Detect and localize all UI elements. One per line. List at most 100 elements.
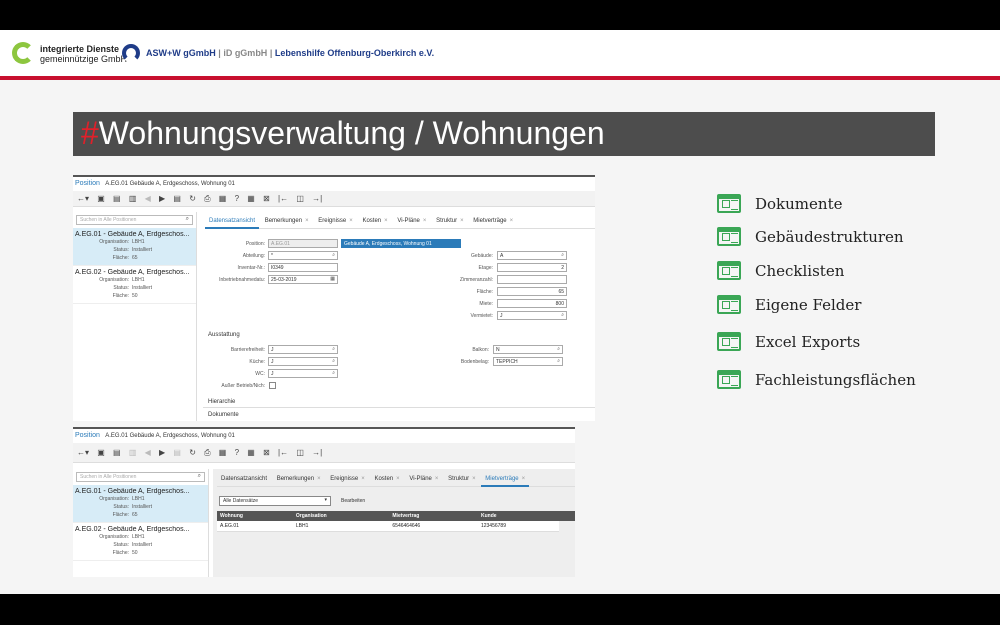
search-icon[interactable]: ⌕ (186, 216, 189, 223)
delete-icon[interactable]: ▥ (129, 448, 137, 457)
last-icon[interactable]: →| (312, 194, 322, 203)
columns-icon[interactable]: ◫ (296, 194, 304, 203)
save-icon[interactable]: ▣ (97, 194, 105, 203)
preview-icon[interactable]: ▦ (219, 194, 227, 203)
list-item[interactable]: A.EG.02 - Gebäude A, Erdgeschos... Organ… (73, 266, 196, 304)
etage-field[interactable]: 2 (497, 263, 567, 272)
grid-icon[interactable]: ▦ (247, 448, 255, 457)
tab-kosten[interactable]: Kosten × (358, 215, 391, 227)
tab-struktur[interactable]: Struktur × (444, 473, 480, 485)
prev-icon[interactable]: ◀ (145, 194, 151, 203)
list-item[interactable]: A.EG.01 - Gebäude A, Erdgeschos... Organ… (73, 485, 208, 523)
back-icon[interactable]: ←▾ (77, 448, 89, 457)
close-record-icon[interactable]: ⊠ (263, 194, 270, 203)
tab-mietvertraege[interactable]: Mietverträge × (469, 215, 517, 227)
preview-icon[interactable]: ▦ (219, 448, 227, 457)
list-item[interactable]: A.EG.01 - Gebäude A, Erdgeschos... Organ… (73, 228, 196, 266)
close-icon[interactable]: × (305, 218, 309, 224)
search-input[interactable]: Suchen in Alle Positionen ⌕ (76, 215, 193, 225)
help-icon[interactable]: ? (235, 194, 239, 203)
lookup-icon[interactable]: ⌕ (332, 346, 335, 352)
close-icon[interactable]: × (317, 476, 321, 482)
lookup-icon[interactable]: ⌕ (332, 358, 335, 364)
vermietet-field[interactable]: J ⌕ (497, 311, 567, 320)
close-icon[interactable]: × (472, 476, 476, 482)
gebaeude-field[interactable]: A ⌕ (497, 251, 567, 260)
search-icon[interactable]: ⌕ (198, 473, 201, 480)
tab-datensatzansicht[interactable]: Datensatzansicht (205, 215, 260, 229)
wc-field[interactable]: J ⌕ (268, 369, 338, 378)
tab-mietvertraege[interactable]: Mietverträge × (481, 473, 530, 487)
close-icon[interactable]: × (460, 218, 464, 224)
tab-vi-plaene[interactable]: Vi-Pläne × (405, 473, 442, 485)
close-icon[interactable]: × (522, 476, 526, 482)
close-icon[interactable]: × (384, 218, 388, 224)
tab-ereignisse[interactable]: Ereignisse × (326, 473, 369, 485)
abteilung-field[interactable]: * ⌕ (268, 251, 338, 260)
save-icon[interactable]: ▣ (97, 448, 105, 457)
hierarchie-section[interactable]: Hierarchie (208, 399, 235, 405)
ausser-betrieb-checkbox[interactable] (269, 382, 276, 389)
lookup-icon[interactable]: ⌕ (561, 312, 564, 318)
help-icon[interactable]: ? (235, 448, 239, 457)
table-row[interactable]: A.EG.01 LBH1 6546464646 123456789 (217, 521, 575, 532)
refresh-icon[interactable]: ↻ (189, 194, 196, 203)
close-icon[interactable]: × (435, 476, 439, 482)
list-item[interactable]: A.EG.02 - Gebäude A, Erdgeschos... Organ… (73, 523, 208, 561)
barrierefreiheit-field[interactable]: J ⌕ (268, 345, 338, 354)
lookup-icon[interactable]: ⌕ (332, 370, 335, 376)
next-icon[interactable]: ▶ (159, 448, 165, 457)
back-icon[interactable]: ←▾ (77, 194, 89, 203)
new-icon[interactable]: ▤ (113, 194, 121, 203)
new-icon[interactable]: ▤ (113, 448, 121, 457)
tab-bemerkungen[interactable]: Bemerkungen × (273, 473, 325, 485)
flaeche-field[interactable]: 65 (497, 287, 567, 296)
lookup-icon[interactable]: ⌕ (557, 346, 560, 352)
delete-icon[interactable]: ▥ (129, 194, 137, 203)
column-header[interactable]: Organisation (292, 511, 390, 521)
column-header[interactable]: Kunde (477, 511, 560, 521)
lookup-icon[interactable]: ⌕ (332, 252, 335, 258)
search-input[interactable]: Suchen in Alle Positionen ⌕ (76, 472, 205, 482)
edit-button[interactable]: Bearbeiten (341, 498, 365, 504)
next-icon[interactable]: ▶ (159, 194, 165, 203)
close-icon[interactable]: × (423, 218, 427, 224)
tab-datensatzansicht[interactable]: Datensatzansicht (217, 473, 271, 485)
tab-vi-plaene[interactable]: Vi-Pläne × (393, 215, 430, 227)
lookup-icon[interactable]: ⌕ (557, 358, 560, 364)
kueche-field[interactable]: J ⌕ (268, 357, 338, 366)
last-icon[interactable]: →| (312, 448, 322, 457)
prev-icon[interactable]: ◀ (145, 448, 151, 457)
dokumente-section[interactable]: Dokumente (208, 412, 239, 418)
copy-icon[interactable]: ▤ (173, 194, 181, 203)
refresh-icon[interactable]: ↻ (189, 448, 196, 457)
print-icon[interactable]: ⎙ (204, 448, 210, 458)
zimmeranzahl-field[interactable] (497, 275, 567, 284)
close-icon[interactable]: × (510, 218, 514, 224)
bodenbelag-field[interactable]: TEPPICH ⌕ (493, 357, 563, 366)
tab-kosten[interactable]: Kosten × (370, 473, 403, 485)
close-record-icon[interactable]: ⊠ (263, 448, 270, 457)
tab-ereignisse[interactable]: Ereignisse × (314, 215, 357, 227)
miete-field[interactable]: 800 (497, 299, 567, 308)
splitter[interactable] (197, 387, 201, 421)
print-icon[interactable]: ⎙ (204, 194, 210, 204)
close-icon[interactable]: × (396, 476, 400, 482)
column-header[interactable]: Wohnung (217, 511, 293, 521)
copy-icon[interactable]: ▤ (173, 448, 181, 457)
tab-struktur[interactable]: Struktur × (432, 215, 468, 227)
position-description-field[interactable]: Gebäude A, Erdgeschoss, Wohnung 01 (341, 239, 461, 248)
lookup-icon[interactable]: ⌕ (561, 252, 564, 258)
inbetriebnahme-field[interactable]: 25-03-2019 ▦ (268, 275, 338, 284)
first-icon[interactable]: |← (278, 448, 288, 457)
filter-select[interactable]: Alle Datensätze ▾ (219, 496, 331, 506)
columns-icon[interactable]: ◫ (296, 448, 304, 457)
balkon-field[interactable]: N ⌕ (493, 345, 563, 354)
close-icon[interactable]: × (349, 218, 353, 224)
grid-icon[interactable]: ▦ (247, 194, 255, 203)
close-icon[interactable]: × (361, 476, 365, 482)
calendar-icon[interactable]: ▦ (330, 276, 335, 282)
inventar-field[interactable]: I0349 (268, 263, 338, 272)
tab-bemerkungen[interactable]: Bemerkungen × (261, 215, 313, 227)
column-header[interactable]: Mietvertrag (389, 511, 478, 521)
